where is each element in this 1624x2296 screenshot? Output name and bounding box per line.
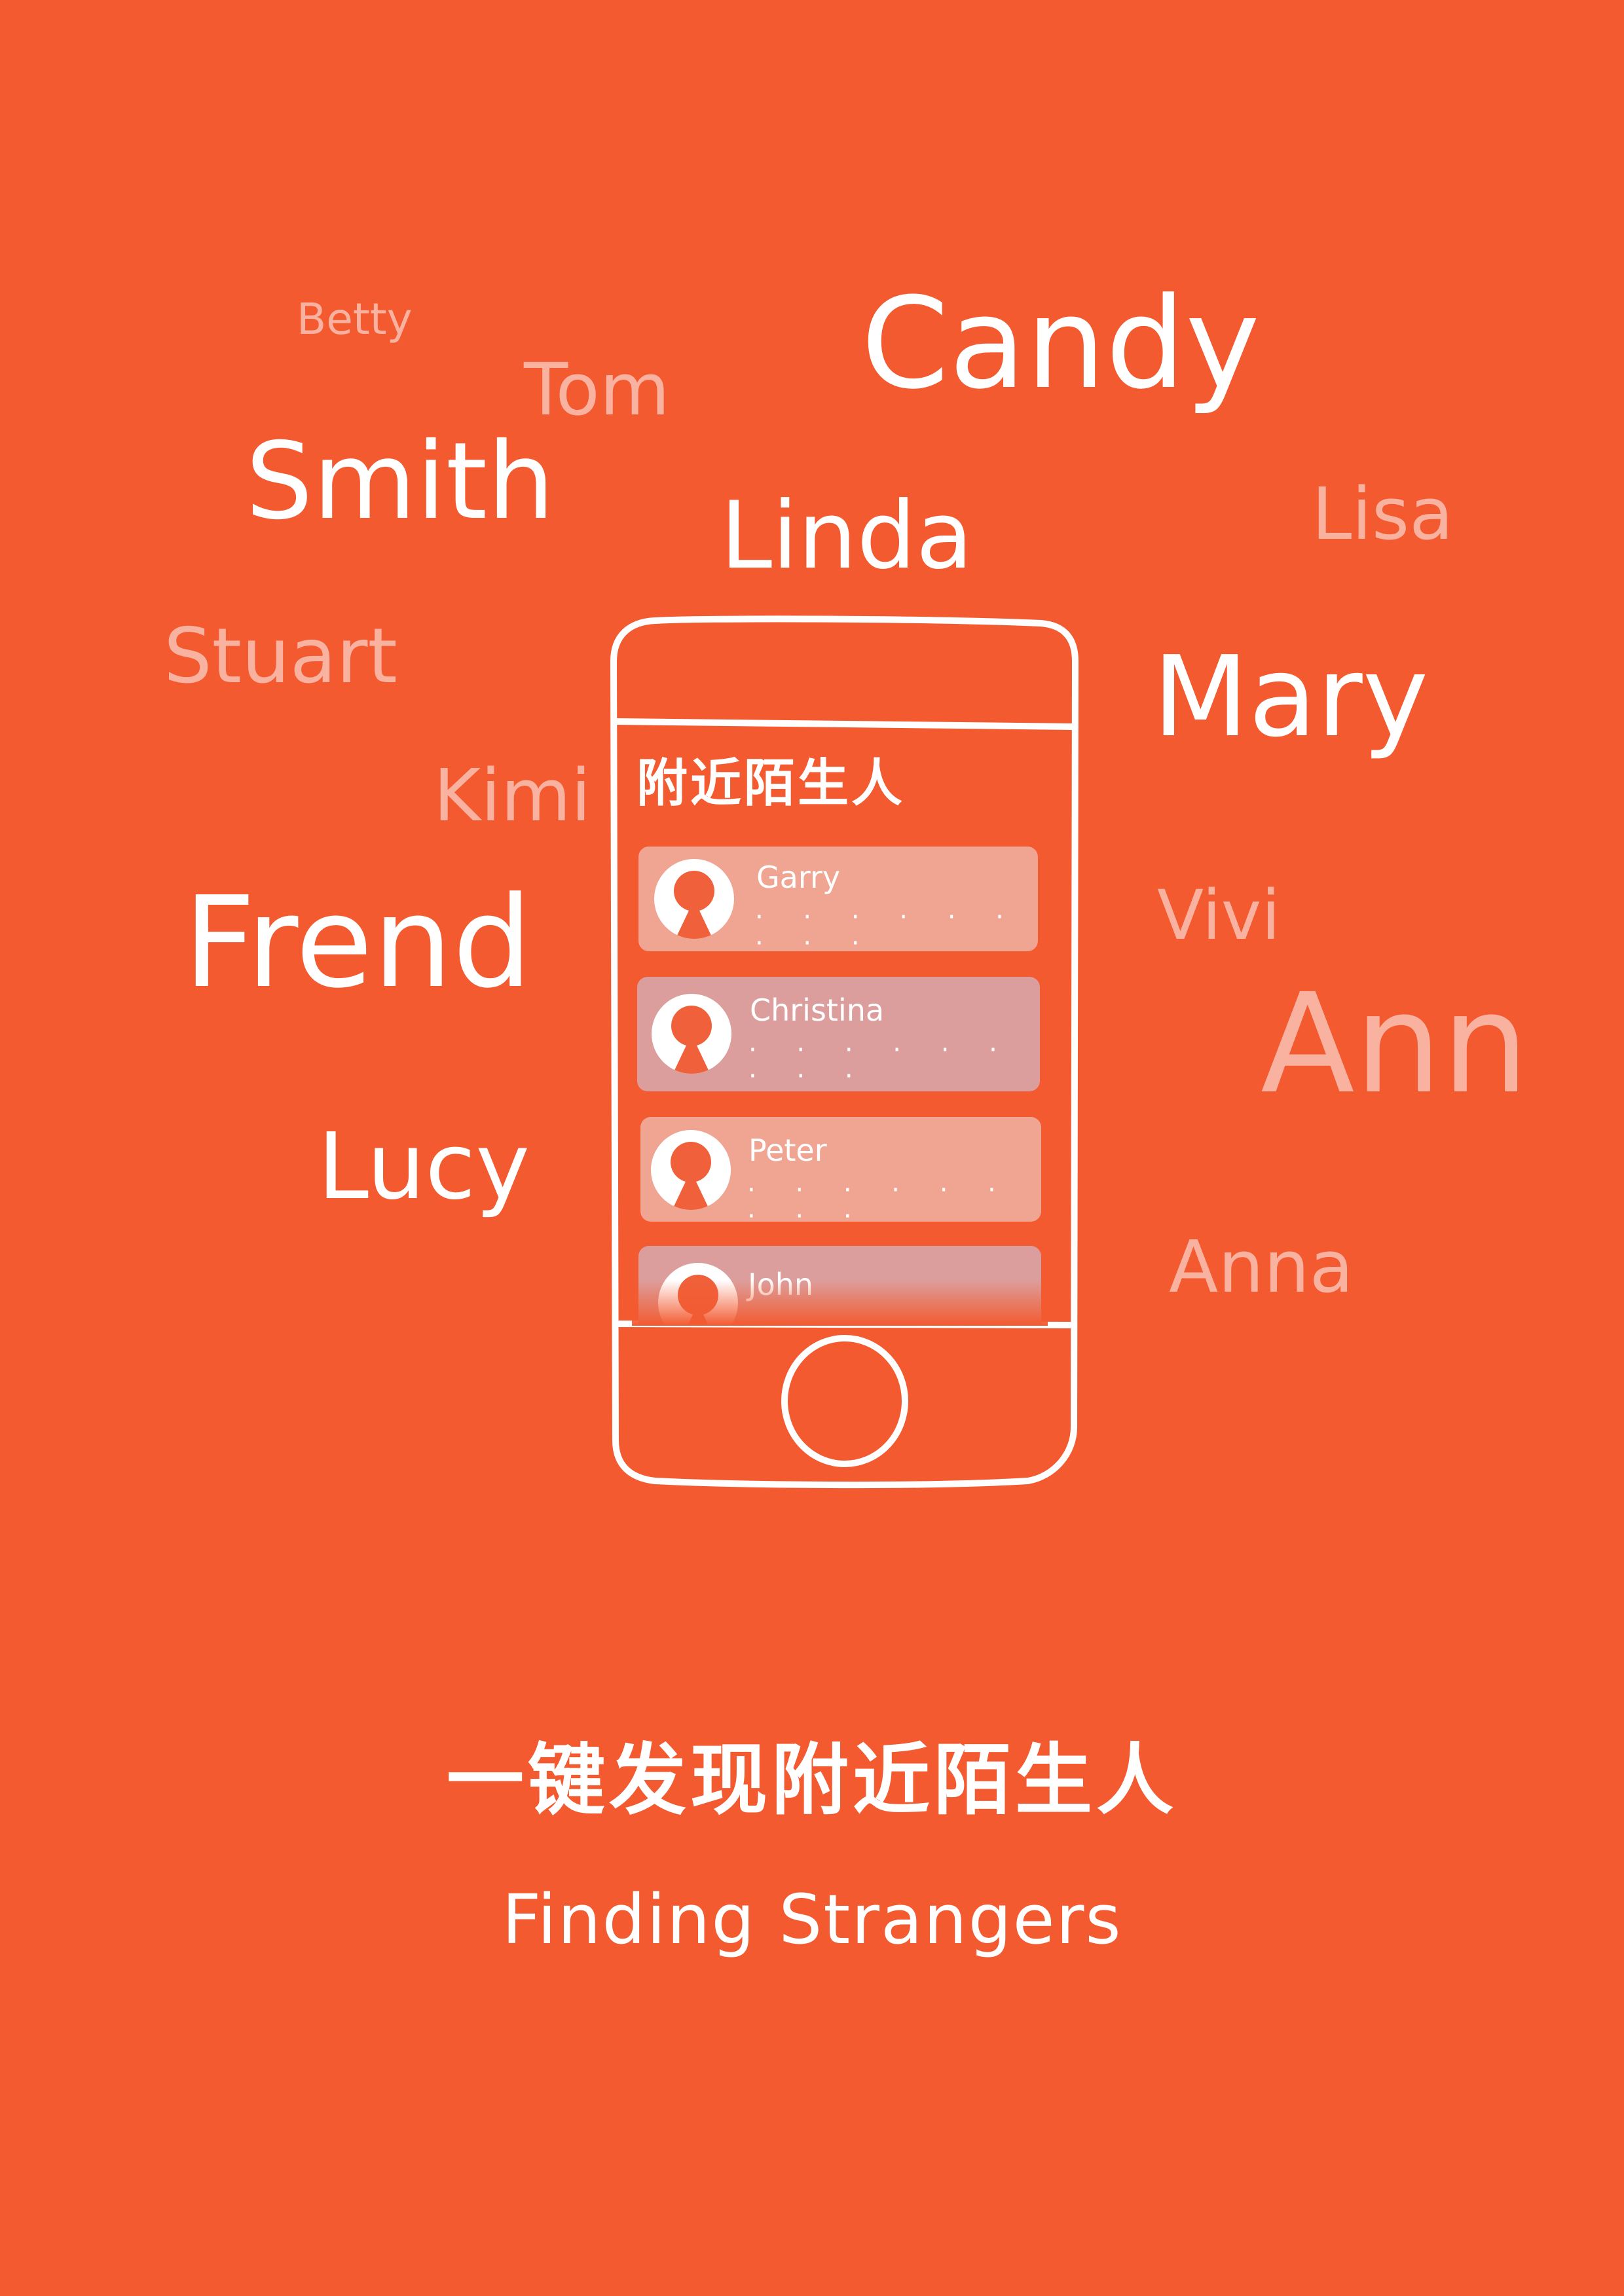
item-preview: · · · · · · · · · — [747, 1175, 1012, 1222]
list-item-christina[interactable]: Christina · · · · · · · · · — [637, 977, 1040, 1091]
item-preview: · · · · · · · · · — [755, 902, 1020, 951]
subtitle: Finding Strangers — [502, 1880, 1122, 1959]
screen-title: 附近陌生人 — [637, 754, 906, 813]
item-preview: · · · · · · · · · — [748, 1035, 1013, 1091]
item-name: Garry — [756, 860, 841, 895]
avatar-icon — [652, 994, 731, 1074]
list-fade — [632, 1280, 1048, 1326]
headline: 一键发现附近陌生人 — [446, 1735, 1177, 1825]
item-name: Peter — [748, 1133, 827, 1168]
item-name: Christina — [750, 993, 885, 1028]
list-item-peter[interactable]: Peter · · · · · · · · · — [640, 1117, 1041, 1222]
avatar-icon — [654, 859, 734, 939]
list-item-garry[interactable]: Garry · · · · · · · · · — [638, 847, 1038, 951]
home-button — [781, 1335, 908, 1467]
avatar-icon — [651, 1130, 731, 1210]
